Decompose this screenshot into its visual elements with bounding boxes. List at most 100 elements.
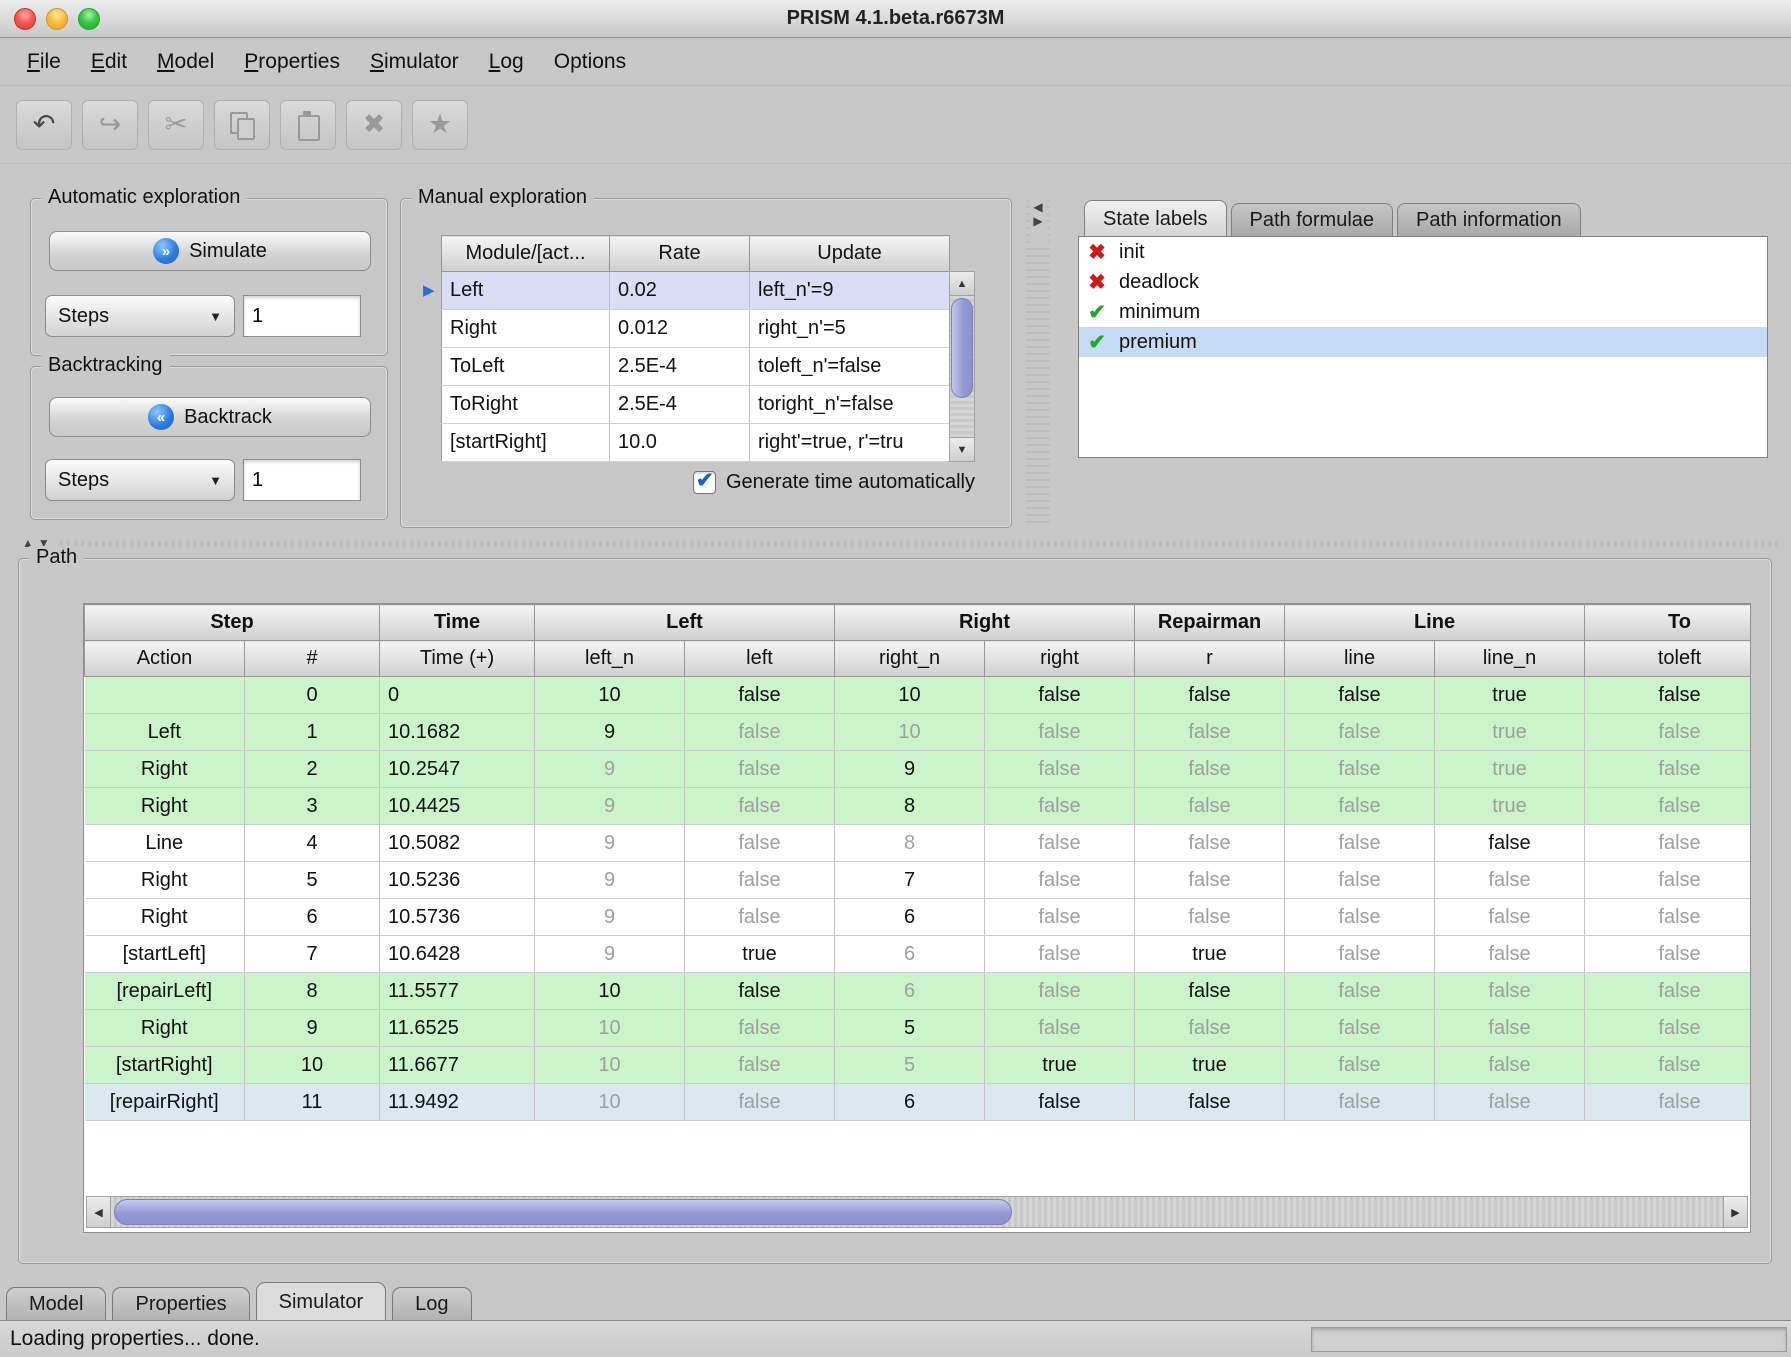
simulate-button[interactable]: Simulate	[49, 231, 371, 271]
copy-button[interactable]	[214, 100, 270, 150]
backtrack-steps-dropdown[interactable]: Steps	[45, 459, 235, 501]
tab-state-labels[interactable]: State labels	[1084, 200, 1227, 236]
manual-choice-row[interactable]: Right0.012right_n'=5	[442, 310, 950, 348]
manual-cell-module[interactable]: ToRight	[442, 386, 610, 424]
splitter-collapse-icons[interactable]: ◀▶	[1029, 200, 1047, 244]
manual-cell-module[interactable]: Left	[442, 272, 610, 310]
path-cell: false	[1285, 973, 1435, 1010]
close-window-button[interactable]	[14, 8, 36, 30]
path-column-header[interactable]: line	[1285, 641, 1435, 677]
backtrack-steps-input[interactable]	[243, 459, 361, 501]
manual-cell-rate[interactable]: 2.5E-4	[610, 348, 750, 386]
star-button[interactable]: ★	[412, 100, 468, 150]
manual-choice-row[interactable]: ToLeft2.5E-4toleft_n'=false	[442, 348, 950, 386]
menu-item-log[interactable]: Log	[474, 50, 539, 74]
vertical-splitter[interactable]: ◀▶	[1026, 200, 1050, 528]
manual-choice-row[interactable]: Left0.02left_n'=9	[442, 272, 950, 310]
state-label-item-init[interactable]: ✖init	[1079, 237, 1767, 267]
zoom-window-button[interactable]	[78, 8, 100, 30]
path-row[interactable]: [repairLeft]811.557710false6falsefalsefa…	[85, 973, 1752, 1010]
auto-steps-input[interactable]	[243, 295, 361, 337]
generate-time-checkbox[interactable]	[693, 471, 716, 494]
path-column-header[interactable]: #	[245, 641, 380, 677]
minimize-window-button[interactable]	[46, 8, 68, 30]
tab-path-formulae[interactable]: Path formulae	[1231, 203, 1394, 236]
auto-steps-dropdown[interactable]: Steps	[45, 295, 235, 337]
tab-properties[interactable]: Properties	[112, 1287, 249, 1320]
manual-cell-update[interactable]: right'=true, r'=tru	[750, 424, 950, 462]
manual-cell-rate[interactable]: 10.0	[610, 424, 750, 462]
manual-cell-rate[interactable]: 0.012	[610, 310, 750, 348]
manual-column-update[interactable]: Update	[750, 236, 950, 272]
state-label-item-deadlock[interactable]: ✖deadlock	[1079, 267, 1767, 297]
red-cross-icon: ✖	[1085, 270, 1109, 295]
manual-cell-module[interactable]: [startRight]	[442, 424, 610, 462]
path-row[interactable]: [startRight]1011.667710false5truetruefal…	[85, 1047, 1752, 1084]
path-column-header[interactable]: left_n	[535, 641, 685, 677]
menu-item-model[interactable]: Model	[142, 50, 229, 74]
tab-log[interactable]: Log	[392, 1287, 471, 1320]
path-cell: false	[985, 677, 1135, 714]
path-column-header[interactable]: left	[685, 641, 835, 677]
manual-cell-update[interactable]: left_n'=9	[750, 272, 950, 310]
path-column-header[interactable]: toleft	[1585, 641, 1751, 677]
path-row[interactable]: Right911.652510false5falsefalsefalsefals…	[85, 1010, 1752, 1047]
scroll-up-icon[interactable]: ▲	[950, 272, 974, 296]
manual-column-module[interactable]: Module/[act...	[442, 236, 610, 272]
manual-choice-row[interactable]: [startRight]10.0right'=true, r'=tru	[442, 424, 950, 462]
scroll-down-icon[interactable]: ▼	[950, 437, 974, 461]
manual-table-scrollbar[interactable]: ▲ ▼	[949, 271, 975, 462]
scroll-right-icon[interactable]: ▶	[1723, 1197, 1747, 1227]
backtrack-button[interactable]: Backtrack	[49, 397, 371, 437]
menu-item-file[interactable]: File	[12, 50, 76, 74]
path-row[interactable]: Right310.44259false8falsefalsefalsetruef…	[85, 788, 1752, 825]
path-column-header[interactable]: right	[985, 641, 1135, 677]
path-row[interactable]: Right610.57369false6falsefalsefalsefalse…	[85, 899, 1752, 936]
manual-cell-update[interactable]: right_n'=5	[750, 310, 950, 348]
redo-button[interactable]: ↪	[82, 100, 138, 150]
path-row[interactable]: 0010false10falsefalsefalsetruefalse	[85, 677, 1752, 714]
manual-cell-module[interactable]: Right	[442, 310, 610, 348]
path-column-header[interactable]: r	[1135, 641, 1285, 677]
menu-item-simulator[interactable]: Simulator	[355, 50, 474, 74]
path-column-header[interactable]: Time (+)	[380, 641, 535, 677]
path-row[interactable]: Right210.25479false9falsefalsefalsetruef…	[85, 751, 1752, 788]
path-row[interactable]: Right510.52369false7falsefalsefalsefalse…	[85, 862, 1752, 899]
tab-model[interactable]: Model	[6, 1287, 106, 1320]
manual-cell-update[interactable]: toright_n'=false	[750, 386, 950, 424]
path-horizontal-scrollbar[interactable]: ◀ ▶	[86, 1196, 1748, 1228]
undo-button[interactable]: ↶	[16, 100, 72, 150]
manual-choice-row[interactable]: ToRight2.5E-4toright_n'=false	[442, 386, 950, 424]
path-cell: 9	[535, 714, 685, 751]
scrollbar-thumb-horizontal[interactable]	[114, 1199, 1012, 1225]
tab-simulator[interactable]: Simulator	[256, 1282, 386, 1320]
path-cell: Right	[85, 899, 245, 936]
menu-item-edit[interactable]: Edit	[76, 50, 142, 74]
manual-cell-rate[interactable]: 2.5E-4	[610, 386, 750, 424]
path-cell: false	[685, 862, 835, 899]
scroll-left-icon[interactable]: ◀	[87, 1197, 111, 1227]
path-column-header[interactable]: right_n	[835, 641, 985, 677]
horizontal-splitter[interactable]: ▲▼	[0, 534, 1791, 554]
path-row[interactable]: Line410.50829false8falsefalsefalsefalsef…	[85, 825, 1752, 862]
cut-button[interactable]: ✂	[148, 100, 204, 150]
path-row[interactable]: Left110.16829false10falsefalsefalsetruef…	[85, 714, 1752, 751]
manual-cell-module[interactable]: ToLeft	[442, 348, 610, 386]
delete-button[interactable]: ✖	[346, 100, 402, 150]
state-label-item-premium[interactable]: ✔premium	[1079, 327, 1767, 357]
path-column-header[interactable]: line_n	[1435, 641, 1585, 677]
menu-item-options[interactable]: Options	[539, 50, 641, 74]
menu-item-properties[interactable]: Properties	[229, 50, 355, 74]
manual-cell-rate[interactable]: 0.02	[610, 272, 750, 310]
paste-button[interactable]	[280, 100, 336, 150]
tab-path-information[interactable]: Path information	[1397, 203, 1581, 236]
path-cell: 10.5236	[380, 862, 535, 899]
path-column-header[interactable]: Action	[85, 641, 245, 677]
manual-column-rate[interactable]: Rate	[610, 236, 750, 272]
scrollbar-thumb[interactable]	[951, 298, 973, 398]
path-row[interactable]: [startLeft]710.64289true6falsetruefalsef…	[85, 936, 1752, 973]
manual-cell-update[interactable]: toleft_n'=false	[750, 348, 950, 386]
state-label-item-minimum[interactable]: ✔minimum	[1079, 297, 1767, 327]
path-row[interactable]: [repairRight]1111.949210false6falsefalse…	[85, 1084, 1752, 1121]
path-cell: false	[1285, 677, 1435, 714]
